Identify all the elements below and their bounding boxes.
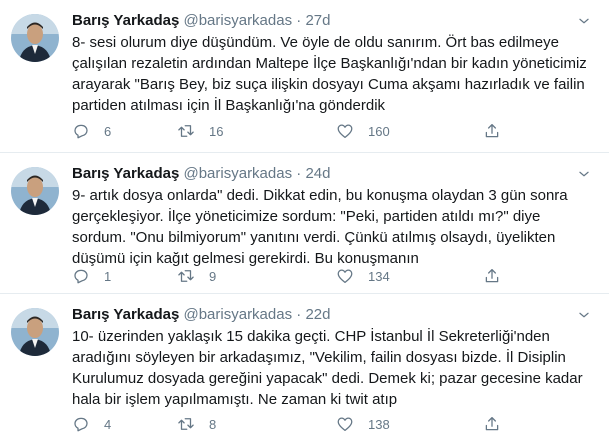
reply-count: 6 [104, 123, 112, 139]
like-button[interactable]: 134 [336, 266, 390, 286]
author-handle[interactable]: @barisyarkadas [183, 12, 292, 29]
tweet[interactable]: Barış Yarkadaş @barisyarkadas · 24d 9- a… [0, 153, 609, 294]
reply-count: 4 [104, 416, 112, 432]
tweet-header: Barış Yarkadaş @barisyarkadas · 22d [72, 304, 595, 326]
author-name[interactable]: Barış Yarkadaş [72, 306, 179, 323]
time-separator: · [296, 306, 302, 323]
share-button[interactable] [483, 121, 501, 141]
retweet-count: 9 [209, 268, 217, 284]
reply-icon [74, 124, 88, 139]
tweet-header: Barış Yarkadaş @barisyarkadas · 24d [72, 163, 595, 185]
retweet-button[interactable]: 9 [177, 266, 216, 286]
retweet-icon [178, 270, 194, 282]
reply-icon [74, 417, 88, 432]
share-icon [485, 268, 499, 283]
retweet-count: 8 [209, 416, 217, 432]
tweet-text: 8- sesi olurum diye düşündüm. Ve öyle de… [72, 34, 587, 114]
tweet-time[interactable]: 24d [305, 165, 330, 182]
chevron-down-icon[interactable] [577, 308, 591, 322]
reply-button[interactable]: 6 [72, 121, 111, 141]
like-button[interactable]: 138 [336, 414, 390, 434]
author-name[interactable]: Barış Yarkadaş [72, 165, 179, 182]
tweet-actions: 6 16 160 [72, 121, 592, 141]
like-button[interactable]: 160 [336, 121, 390, 141]
avatar[interactable] [11, 14, 59, 62]
author-handle[interactable]: @barisyarkadas [183, 165, 292, 182]
reply-count: 1 [104, 268, 112, 284]
retweet-icon [178, 125, 194, 137]
reply-icon [74, 269, 88, 284]
share-button[interactable] [483, 266, 501, 286]
like-count: 160 [368, 123, 390, 139]
tweet-content: Barış Yarkadaş @barisyarkadas · 24d 9- a… [72, 163, 595, 269]
share-icon [485, 416, 499, 431]
tweet-text: 10- üzerinden yaklaşık 15 dakika geçti. … [72, 328, 583, 408]
author-name[interactable]: Barış Yarkadaş [72, 12, 179, 29]
tweet[interactable]: Barış Yarkadaş @barisyarkadas · 27d 8- s… [0, 0, 609, 153]
tweet[interactable]: Barış Yarkadaş @barisyarkadas · 22d 10- … [0, 294, 609, 441]
like-count: 134 [368, 268, 390, 284]
chevron-down-icon[interactable] [577, 167, 591, 181]
tweet-actions: 4 8 138 [72, 414, 592, 434]
tweet-content: Barış Yarkadaş @barisyarkadas · 27d 8- s… [72, 10, 595, 116]
like-icon [337, 269, 353, 284]
like-count: 138 [368, 416, 390, 432]
tweet-actions: 1 9 134 [72, 266, 592, 286]
time-separator: · [296, 12, 302, 29]
retweet-icon [178, 418, 194, 430]
chevron-down-icon[interactable] [577, 14, 591, 28]
retweet-count: 16 [209, 123, 224, 139]
like-icon [337, 124, 353, 139]
avatar[interactable] [11, 308, 59, 356]
share-button[interactable] [483, 414, 501, 434]
like-icon [337, 417, 353, 432]
reply-button[interactable]: 1 [72, 266, 111, 286]
tweet-text: 9- artık dosya onlarda" dedi. Dikkat edi… [72, 187, 568, 267]
retweet-button[interactable]: 8 [177, 414, 216, 434]
tweet-header: Barış Yarkadaş @barisyarkadas · 27d [72, 10, 595, 32]
tweet-time[interactable]: 22d [305, 306, 330, 323]
tweet-content: Barış Yarkadaş @barisyarkadas · 22d 10- … [72, 304, 595, 410]
avatar[interactable] [11, 167, 59, 215]
share-icon [485, 123, 499, 138]
retweet-button[interactable]: 16 [177, 121, 223, 141]
reply-button[interactable]: 4 [72, 414, 111, 434]
author-handle[interactable]: @barisyarkadas [183, 306, 292, 323]
tweet-time[interactable]: 27d [305, 12, 330, 29]
time-separator: · [296, 165, 302, 182]
tweet-feed: Barış Yarkadaş @barisyarkadas · 27d 8- s… [0, 0, 609, 441]
